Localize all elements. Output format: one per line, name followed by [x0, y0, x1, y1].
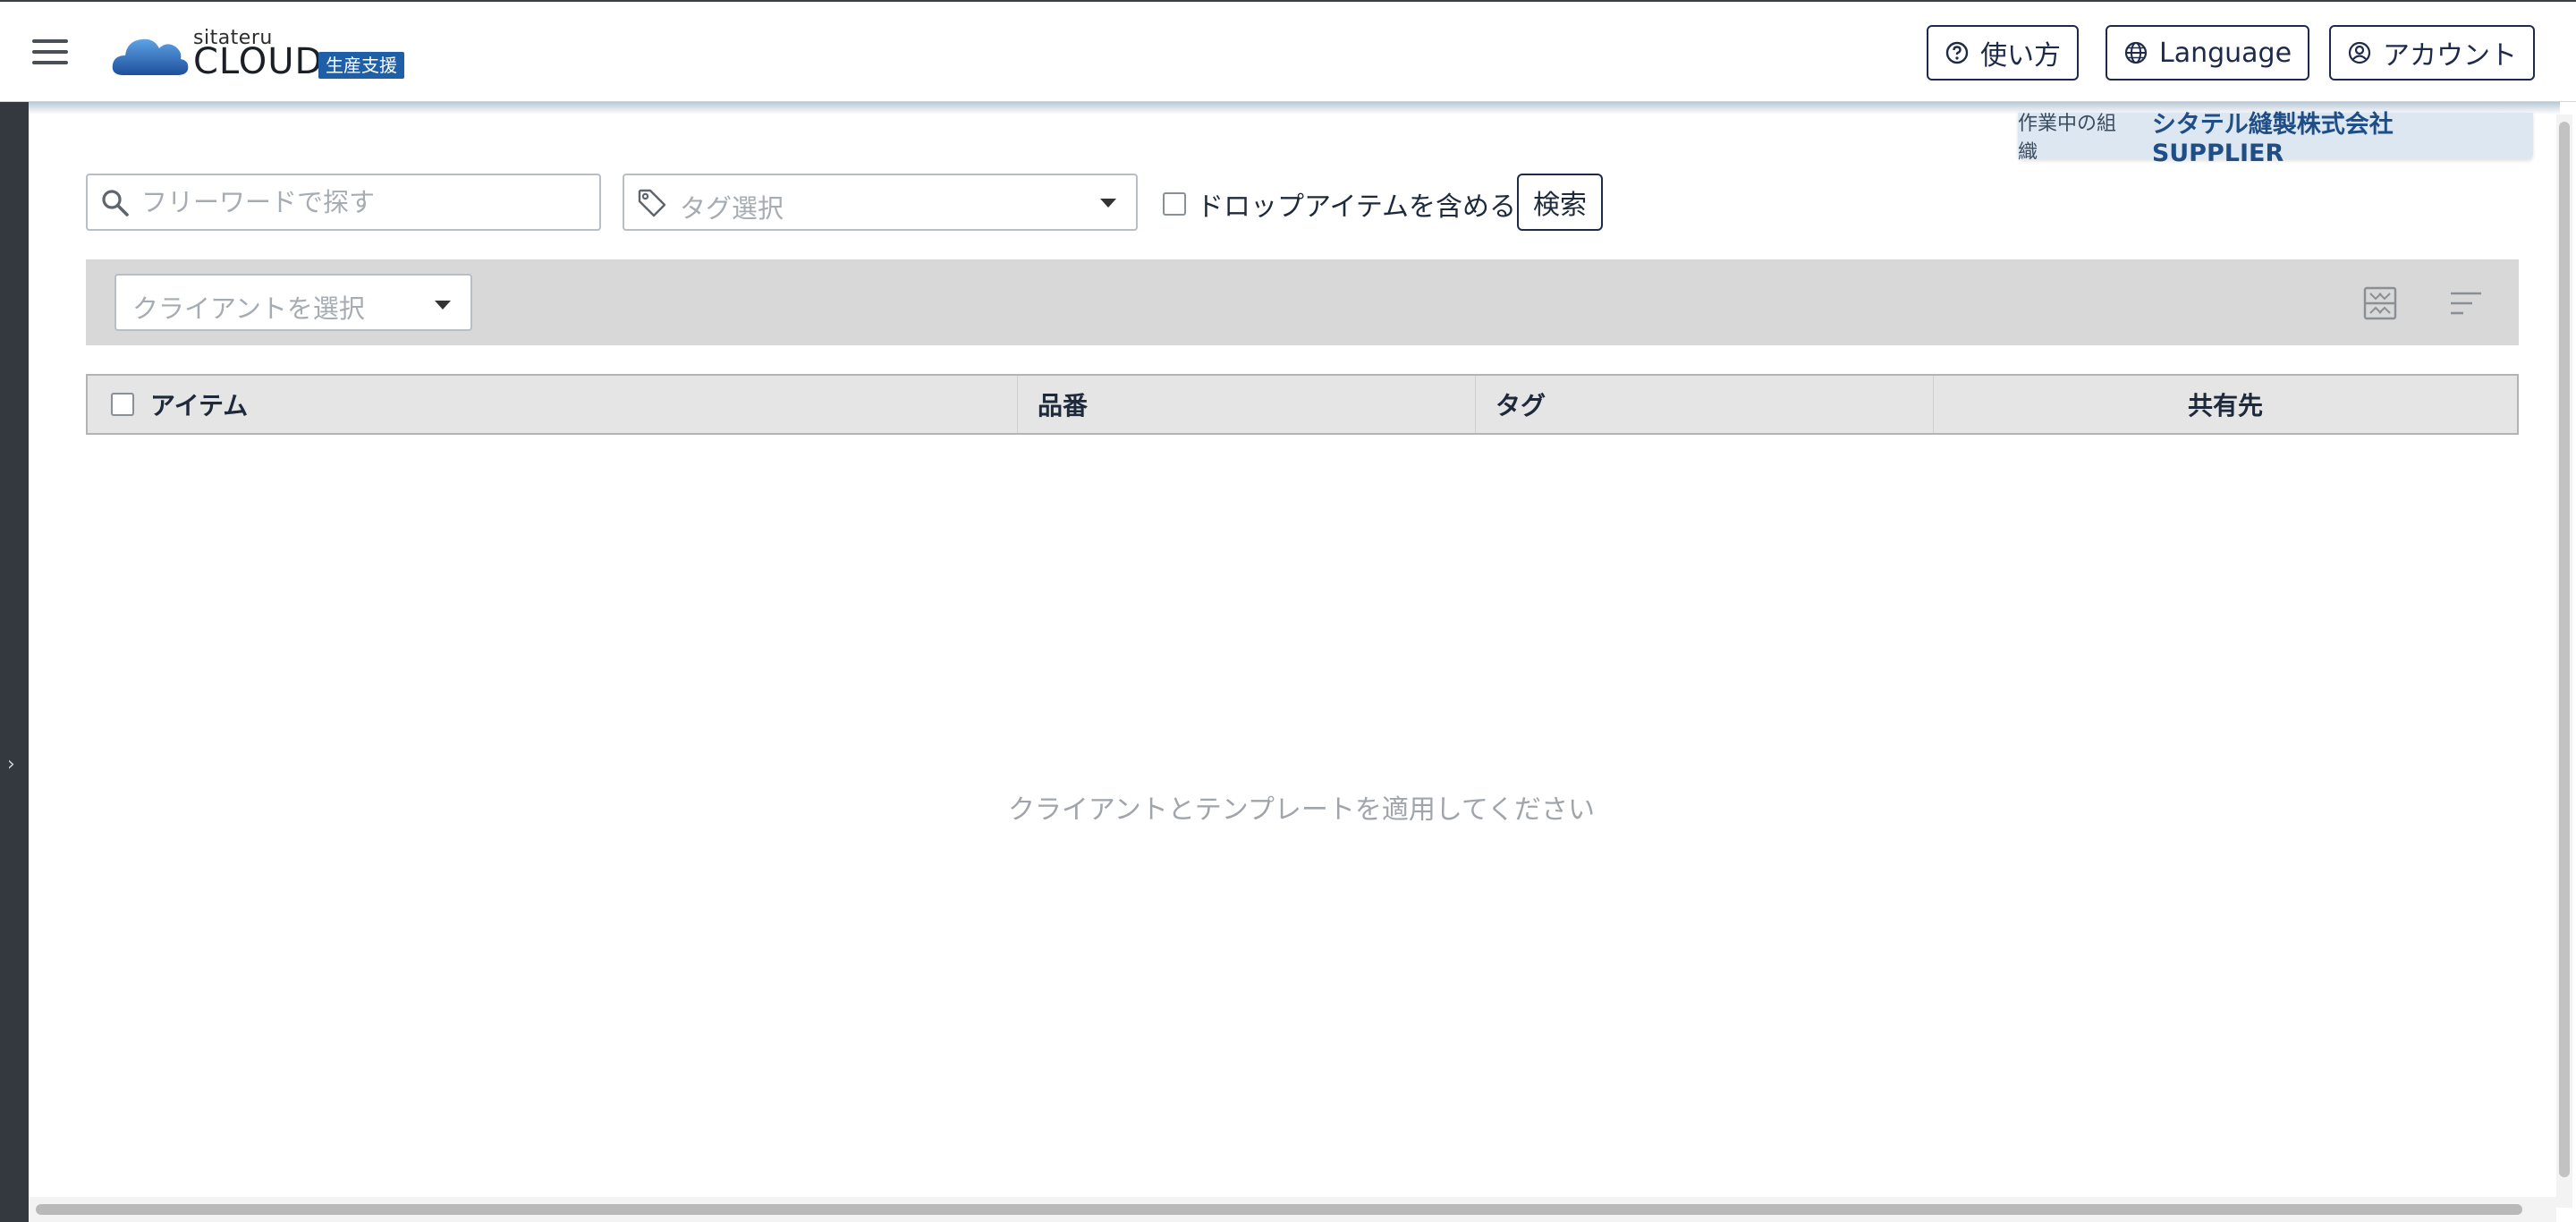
caret-down-icon — [1100, 199, 1116, 208]
tag-select[interactable]: タグ選択 — [623, 174, 1138, 231]
tag-select-placeholder: タグ選択 — [680, 193, 784, 224]
language-button-label: Language — [2159, 37, 2292, 69]
logo-main-text: CLOUD — [193, 41, 324, 82]
app-logo[interactable]: sitateru CLOUD 生産支援 — [111, 27, 415, 82]
client-select-placeholder: クライアントを選択 — [132, 293, 365, 324]
chevron-right-icon: › — [7, 753, 15, 776]
column-tag-label: タグ — [1496, 391, 1546, 420]
search-icon — [102, 190, 129, 216]
org-label: 作業中の組織 — [2018, 113, 2117, 164]
include-drop-items-checkbox[interactable]: ドロップアイテムを含める — [1163, 184, 1516, 224]
horizontal-scrollbar[interactable] — [29, 1197, 2556, 1222]
checkbox-icon[interactable] — [1163, 192, 1186, 216]
column-share-target[interactable]: 共有先 — [1934, 376, 2517, 433]
freeword-search-field[interactable] — [86, 174, 601, 231]
app-header: sitateru CLOUD 生産支援 使い方 Language アカウント — [0, 0, 2576, 102]
help-icon — [1945, 41, 1969, 64]
item-table-header: アイテム 品番 タグ 共有先 — [86, 374, 2519, 435]
account-icon — [2348, 41, 2371, 64]
sort-icon[interactable] — [2447, 284, 2485, 322]
vertical-scrollbar-thumb[interactable] — [2559, 122, 2570, 1177]
caret-down-icon — [435, 301, 451, 310]
client-select[interactable]: クライアントを選択 — [114, 274, 472, 331]
globe-icon — [2124, 41, 2148, 64]
select-all-checkbox[interactable] — [111, 393, 134, 416]
column-product-code[interactable]: 品番 — [1018, 376, 1476, 433]
account-button[interactable]: アカウント — [2329, 25, 2535, 81]
menu-icon[interactable] — [32, 39, 68, 66]
tag-icon — [638, 189, 666, 217]
horizontal-scrollbar-thumb[interactable] — [36, 1204, 2522, 1215]
vertical-scrollbar[interactable] — [2556, 115, 2572, 1208]
help-button[interactable]: 使い方 — [1927, 25, 2079, 81]
current-organization: 作業中の組織 シタテル縫製株式会社 SUPPLIER — [2018, 111, 2533, 167]
template-icon[interactable] — [2361, 284, 2399, 322]
cloud-logo-icon — [112, 38, 189, 75]
org-name: シタテル縫製株式会社 SUPPLIER — [2151, 111, 2394, 167]
logo-badge: 生産支援 — [318, 52, 404, 79]
search-button[interactable]: 検索 — [1517, 174, 1603, 231]
column-share-target-label: 共有先 — [2187, 391, 2263, 420]
column-tag[interactable]: タグ — [1476, 376, 1934, 433]
help-button-label: 使い方 — [1980, 40, 2061, 72]
column-product-code-label: 品番 — [1038, 391, 1089, 420]
column-item[interactable]: アイテム — [88, 376, 1018, 433]
language-button[interactable]: Language — [2106, 25, 2310, 81]
include-drop-items-label: ドロップアイテムを含める — [1197, 191, 1516, 223]
side-drawer-toggle[interactable]: › — [0, 102, 29, 1222]
empty-state-message: クライアントとテンプレートを適用してください — [1007, 794, 1596, 826]
column-item-label: アイテム — [150, 391, 249, 420]
freeword-search-input[interactable] — [141, 182, 589, 222]
filter-bar: クライアントを選択 — [86, 259, 2519, 345]
account-button-label: アカウント — [2383, 40, 2517, 72]
